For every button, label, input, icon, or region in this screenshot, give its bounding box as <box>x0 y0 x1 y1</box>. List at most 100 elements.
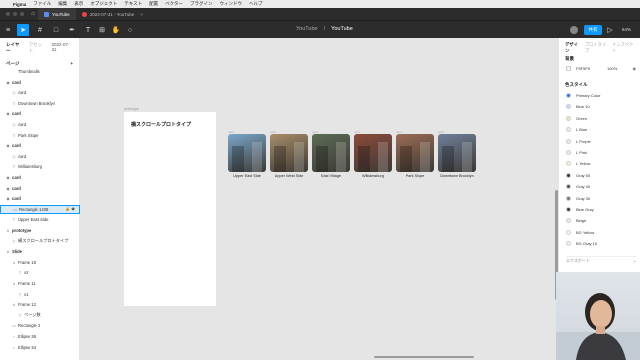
layer-row[interactable]: Tv1 <box>0 290 80 299</box>
zoom-dot[interactable] <box>20 12 24 16</box>
frame-tool-icon[interactable]: # <box>34 24 46 36</box>
color-style-item[interactable]: Gray 50 <box>566 171 636 180</box>
thumbnail-card[interactable]: card Park Slope <box>396 130 434 178</box>
page-badge[interactable]: 2022-07-31 <box>51 42 73 54</box>
background-fill-row[interactable]: F5F5F5 100% ◉ <box>566 64 636 73</box>
hand-tool-icon[interactable]: ✋ <box>110 24 122 36</box>
menu-object[interactable]: オブジェクト <box>90 1 117 7</box>
tab-inspect[interactable]: インスペクト <box>612 42 634 54</box>
color-style-item[interactable]: Gray 40 <box>566 182 636 191</box>
color-style-item[interactable]: BG Yellow <box>566 228 636 237</box>
add-export-icon[interactable]: + <box>634 259 636 264</box>
menu-file[interactable]: ファイル <box>33 1 51 7</box>
comment-tool-icon[interactable]: ○ <box>124 24 136 36</box>
share-button[interactable]: 共有 <box>584 25 602 35</box>
layer-row[interactable]: ◆ card <box>0 173 80 182</box>
layer-row[interactable]: ○ Ellipse 55 <box>0 332 80 341</box>
color-style-item[interactable]: Beige <box>566 216 636 225</box>
layer-row[interactable]: # Frame 12 <box>0 300 80 309</box>
background-swatch[interactable] <box>566 66 571 71</box>
thumbnail-card[interactable]: card Williamsburg <box>354 130 392 178</box>
layer-row[interactable]: ◆ card <box>0 78 80 87</box>
home-icon[interactable]: ⌂ <box>28 11 38 17</box>
canvas[interactable]: prototype 横スクロールプロトタイプ card Upper East Si… <box>80 38 558 360</box>
layer-row[interactable]: T Upper East Side <box>0 215 80 224</box>
main-menu-icon[interactable]: ≡ <box>2 24 14 36</box>
tab-design[interactable]: デザイン <box>565 42 580 54</box>
color-style-item[interactable]: Blue 10 <box>566 102 636 111</box>
layer-row[interactable]: T Park Slope <box>0 131 80 140</box>
menu-window[interactable]: ウィンドウ <box>219 1 242 7</box>
shape-tool-icon[interactable]: □ <box>50 24 62 36</box>
user-avatar[interactable] <box>570 26 578 34</box>
color-style-item[interactable]: Gray 30 <box>566 194 636 203</box>
project-name[interactable]: YouTube <box>296 26 318 32</box>
color-style-item[interactable]: Primary Color <box>566 91 636 100</box>
tab-prototype[interactable]: プロトタイプ <box>585 42 607 54</box>
tab-assets[interactable]: アセット <box>29 42 46 54</box>
menu-text[interactable]: テキスト <box>124 1 142 7</box>
zoom-level[interactable]: 64% <box>622 27 631 32</box>
tab-recording[interactable]: 2022-07-31 - YouTube × <box>76 8 149 20</box>
tab-youtube[interactable]: YouTube <box>38 8 76 20</box>
menu-edit[interactable]: 編集 <box>58 1 67 7</box>
tab-layers[interactable]: レイヤー <box>6 42 23 54</box>
layer-row[interactable]: Thumbnails <box>0 67 80 76</box>
menu-arrange[interactable]: 配置 <box>149 1 158 7</box>
text-tool-icon[interactable]: T <box>82 24 94 36</box>
eye-icon[interactable]: ◉ <box>633 66 637 71</box>
menu-view[interactable]: 表示 <box>74 1 83 7</box>
layer-row[interactable]: ▭ Rectangle 2 <box>0 321 80 330</box>
menu-help[interactable]: ヘルプ <box>249 1 263 7</box>
background-opacity[interactable]: 100% <box>607 66 617 71</box>
color-style-item[interactable]: BG Gray 10 <box>566 239 636 248</box>
layer-row[interactable]: # Frame 18 <box>0 258 80 267</box>
background-hex[interactable]: F5F5F5 <box>576 66 590 71</box>
layer-row[interactable]: # prototype <box>0 226 80 235</box>
move-tool-icon[interactable]: ➤ <box>17 24 29 36</box>
thumbnail-card[interactable]: card Upper East Side <box>228 130 266 178</box>
layer-row[interactable]: T Downtown Brooklyn <box>0 99 80 108</box>
file-name[interactable]: YouTube <box>331 26 353 32</box>
layer-row[interactable]: T 横スクロールプロトタイプ <box>0 237 80 246</box>
layer-row[interactable]: ◆ card <box>0 141 80 150</box>
menu-plugins[interactable]: プラグイン <box>190 1 213 7</box>
resources-icon[interactable]: ⊞ <box>96 24 108 36</box>
layer-row[interactable]: ◆ card <box>0 109 80 118</box>
text-icon: T <box>12 238 16 244</box>
layer-row[interactable]: # Slide <box>0 247 80 256</box>
play-icon[interactable]: ▷ <box>604 24 616 36</box>
layer-row[interactable]: ◆ card <box>0 184 80 193</box>
layer-row[interactable]: ○ Ellipse 54 <box>0 343 80 352</box>
color-style-item[interactable]: L Yellow <box>566 159 636 168</box>
layer-row[interactable]: ◇ card <box>0 120 80 129</box>
color-style-item[interactable]: Green <box>566 114 636 123</box>
layer-row[interactable]: T Williamsburg <box>0 162 80 171</box>
minimize-dot[interactable] <box>13 12 17 16</box>
color-style-item[interactable]: Blue Gray <box>566 205 636 214</box>
export-row[interactable]: エクスポート + <box>566 256 636 265</box>
horizontal-scrollbar[interactable] <box>374 356 474 358</box>
close-icon[interactable]: × <box>140 12 143 17</box>
layer-row[interactable]: Tv2 <box>0 268 80 277</box>
layer-row[interactable]: # Frame 11 <box>0 279 80 288</box>
app-name[interactable]: Figma <box>13 2 26 7</box>
layer-row[interactable]: ◇ card <box>0 88 80 97</box>
thumbnail-card[interactable]: card Upper West Side <box>270 130 308 178</box>
layers-panel: レイヤー アセット 2022-07-31 ページ + Thumbnails ◆ ca… <box>0 38 80 360</box>
layer-row[interactable]: ▭ Rectangle 1438 🔒 ◉ <box>0 204 80 214</box>
layer-row[interactable]: T ページ数 <box>0 311 80 320</box>
color-style-item[interactable]: L Pink <box>566 148 636 157</box>
menu-vector[interactable]: ベクター <box>165 1 183 7</box>
close-dot[interactable] <box>6 12 10 16</box>
color-swatch <box>566 150 571 155</box>
thumbnail-card[interactable]: card East Village <box>312 130 350 178</box>
layer-row[interactable]: ◆ card <box>0 194 80 203</box>
layer-actions-icon[interactable]: 🔒 ◉ <box>65 206 75 212</box>
pen-tool-icon[interactable]: ✒ <box>66 24 78 36</box>
color-style-item[interactable]: L Blue <box>566 125 636 134</box>
layer-row[interactable]: ◇ card <box>0 152 80 161</box>
thumbnail-card[interactable]: card Downtown Brooklyn <box>438 130 476 178</box>
color-style-item[interactable]: L Purple <box>566 137 636 146</box>
prototype-frame[interactable]: 横スクロールプロトタイプ <box>124 112 216 306</box>
